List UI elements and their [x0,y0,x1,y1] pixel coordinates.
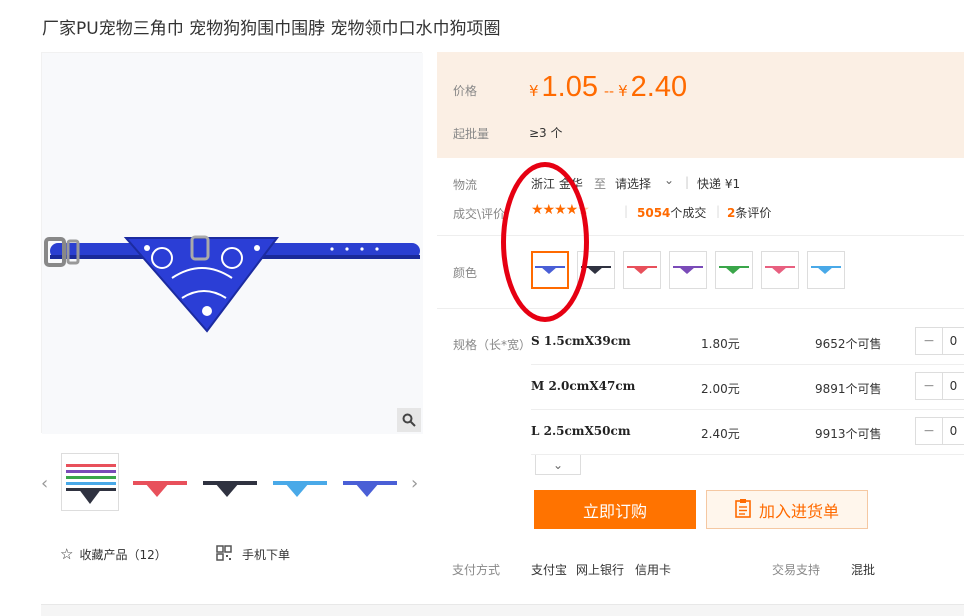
blue-bandana-image [343,481,397,497]
support-value: 混批 [851,563,876,577]
light-blue-bandana-image [273,481,327,497]
price-min: 1.05 [541,71,598,103]
spec-stock: 9652个可售 [815,337,882,351]
favorite-label: 收藏产品（12） [79,547,167,562]
thumbnail-2[interactable] [201,453,259,511]
spec-label: 规格（长*宽） [453,338,532,352]
price-range: ¥ 1.05 -- ¥ 2.40 [529,71,687,104]
divider-2: | [624,204,629,218]
clipboard-icon [735,498,751,522]
main-product-image[interactable] [41,52,423,434]
spec-price: 2.40元 [701,427,740,441]
swatch-bandana-2 [627,266,657,274]
spec-row: S 1.5cmX39cm 1.80元 9652个可售 −0 [531,320,964,365]
spec-price: 2.00元 [701,382,740,396]
payment-label: 支付方式 [452,563,501,577]
spec-row: L 2.5cmX50cm 2.40元 9913个可售 −0 [531,410,964,455]
thumbnail-1[interactable] [131,453,189,511]
deals-count[interactable]: 5054个成交 [637,204,706,221]
quantity-value[interactable]: 0 [943,418,964,444]
minus-button[interactable]: − [916,373,943,399]
quantity-stepper: −0 [915,417,964,445]
price-separator: -- [604,84,615,100]
swatch-bandana-5 [765,266,795,274]
payment-credit: 信用卡 [635,563,672,577]
spec-stock: 9891个可售 [815,382,882,396]
spec-name: S 1.5cmX39cm [531,334,631,348]
quantity-stepper: −0 [915,372,964,400]
currency-symbol-2: ¥ [618,82,628,100]
thumbnail-3[interactable] [271,453,329,511]
color-swatch-1[interactable] [577,251,615,289]
swatch-bandana-3 [673,266,703,274]
quantity-value[interactable]: 0 [943,328,964,354]
color-swatch-3[interactable] [669,251,707,289]
spec-stock: 9913个可售 [815,427,882,441]
moq-value: ≥3 个 [529,126,563,140]
chevron-down-icon[interactable]: ⌄ [664,173,674,187]
buy-now-button[interactable]: 立即订购 [534,490,696,529]
price-box: 价格 ¥ 1.05 -- ¥ 2.40 起批量 ≥3 个 [437,52,964,158]
spec-name: M 2.0cmX47cm [531,379,636,393]
color-selector: 颜色 [437,237,964,309]
multi-color-bandanas-image [66,464,116,504]
quantity-stepper: −0 [915,327,964,355]
bottom-bar [41,604,964,616]
quantity-value[interactable]: 0 [943,373,964,399]
add-to-cart-button[interactable]: 加入进货单 [706,490,868,529]
thumbnail-4[interactable] [341,453,399,511]
rating-stars: ★★★★★ [531,202,590,218]
color-swatch-6[interactable] [807,251,845,289]
minus-button[interactable]: − [916,328,943,354]
mobile-order-button[interactable]: 手机下单 [216,545,290,564]
swatch-bandana-1 [581,266,611,274]
color-swatch-0[interactable] [531,251,569,289]
payment-alipay: 支付宝 [531,563,568,577]
expand-specs-button[interactable]: ⌄ [535,455,581,475]
bandana-collar-illustration [42,53,423,434]
swatch-bandana-4 [719,266,749,274]
origin-location: 浙江 金华 [531,177,583,191]
spec-price: 1.80元 [701,337,740,351]
minus-button[interactable]: − [916,418,943,444]
logistics-section: 物流 浙江 金华 至 请选择 ⌄ | 快递 ¥1 成交\评价 ★★★★★ | 5… [437,158,964,236]
swatch-bandana-6 [811,266,841,274]
product-title: 厂家PU宠物三角巾 宠物狗狗围巾围脖 宠物领巾口水巾狗项圈 [42,19,501,39]
support-label: 交易支持 [772,563,821,577]
color-label: 颜色 [453,266,478,280]
logistics-label: 物流 [453,178,478,192]
add-to-cart-label: 加入进货单 [758,501,839,521]
thumb-prev-arrow[interactable]: ‹ [41,473,48,494]
favorite-button[interactable]: ☆ 收藏产品（12） [60,545,167,563]
payment-bank: 网上银行 [576,563,625,577]
red-bandana-image [133,481,187,497]
spec-name: L 2.5cmX50cm [531,424,631,438]
currency-symbol: ¥ [529,82,539,100]
color-swatch-2[interactable] [623,251,661,289]
review-label: 成交\评价 [453,207,506,221]
thumb-next-arrow[interactable]: › [411,473,418,494]
shipping-fee: 快递 ¥1 [697,177,741,191]
zoom-icon[interactable] [397,408,421,432]
qr-code-icon [216,545,232,564]
destination-select[interactable]: 请选择 [615,175,651,192]
black-bandana-image [203,481,257,497]
moq-label: 起批量 [453,127,490,141]
thumbnail-0[interactable] [61,453,119,511]
spec-row: M 2.0cmX47cm 2.00元 9891个可售 −0 [531,365,964,410]
to-label: 至 [594,177,607,191]
divider-3: | [716,204,721,218]
color-swatch-5[interactable] [761,251,799,289]
thumbnail-strip: ‹ › [41,453,429,515]
divider: | [685,175,690,189]
reviews-count[interactable]: 2条评价 [727,204,771,221]
price-max: 2.40 [630,71,688,103]
color-swatch-4[interactable] [715,251,753,289]
star-outline-icon: ☆ [60,545,74,563]
price-label: 价格 [453,84,478,98]
mobile-label: 手机下单 [242,548,291,562]
swatch-bandana-0 [535,266,565,274]
